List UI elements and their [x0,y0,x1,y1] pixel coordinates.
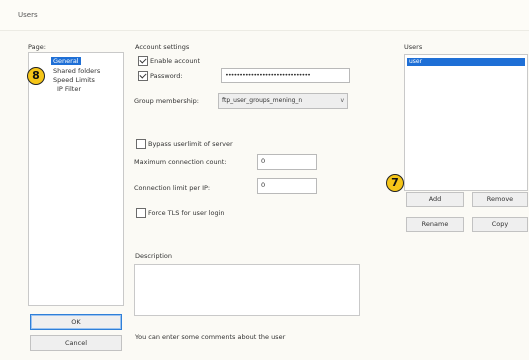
bypass-userlimit-label: Bypass userlimit of server [148,140,233,148]
password-checkbox[interactable] [138,71,148,81]
page-tree[interactable]: General Shared folders Speed Limits IP F… [28,52,124,306]
connection-limit-ip-label: Connection limit per IP: [134,184,211,192]
max-connection-input[interactable]: 0 [257,154,317,170]
bypass-userlimit-checkbox[interactable] [136,139,146,149]
tree-item-shared-folders[interactable]: Shared folders [53,67,100,75]
force-tls-label: Force TLS for user login [148,209,225,217]
users-list-item[interactable]: user [407,58,525,66]
users-list-item-label: user [409,58,423,65]
chevron-down-icon: v [340,97,344,104]
rename-user-button[interactable]: Rename [406,217,464,232]
users-list[interactable]: user [404,54,528,191]
add-user-button[interactable]: Add [406,192,464,207]
marker-7-badge: 7 [386,174,404,192]
copy-user-button[interactable]: Copy [472,217,528,232]
description-label: Description [135,252,173,260]
ok-button[interactable]: OK [30,314,122,330]
password-input[interactable]: •••••••••••••••••••••••••••••• [221,68,350,83]
page-label: Page: [28,43,46,51]
max-connection-label: Maximum connection count: [134,158,227,166]
tree-item-ip-filter[interactable]: IP Filter [57,85,81,93]
cancel-button[interactable]: Cancel [30,335,122,351]
group-membership-label: Group membership: [134,97,199,105]
group-membership-value: ftp_user_groups_mening_n [222,97,303,104]
force-tls-checkbox[interactable] [136,208,146,218]
tree-item-general[interactable]: General [51,57,81,65]
enable-account-label: Enable account [150,57,201,65]
connection-limit-ip-input[interactable]: 0 [257,178,317,194]
remove-user-button[interactable]: Remove [472,192,528,207]
group-membership-dropdown[interactable]: ftp_user_groups_mening_n v [218,93,348,109]
tree-item-speed-limits[interactable]: Speed Limits [53,76,95,84]
enable-account-checkbox[interactable] [138,56,148,66]
users-label: Users [404,43,423,51]
account-settings-label: Account settings [135,43,190,51]
title-bar: Users [0,0,529,31]
description-hint: You can enter some comments about the us… [135,333,286,341]
window-title: Users [18,11,38,19]
password-label: Password: [150,72,183,80]
description-textarea[interactable] [134,264,360,316]
marker-8-badge: 8 [27,67,45,85]
